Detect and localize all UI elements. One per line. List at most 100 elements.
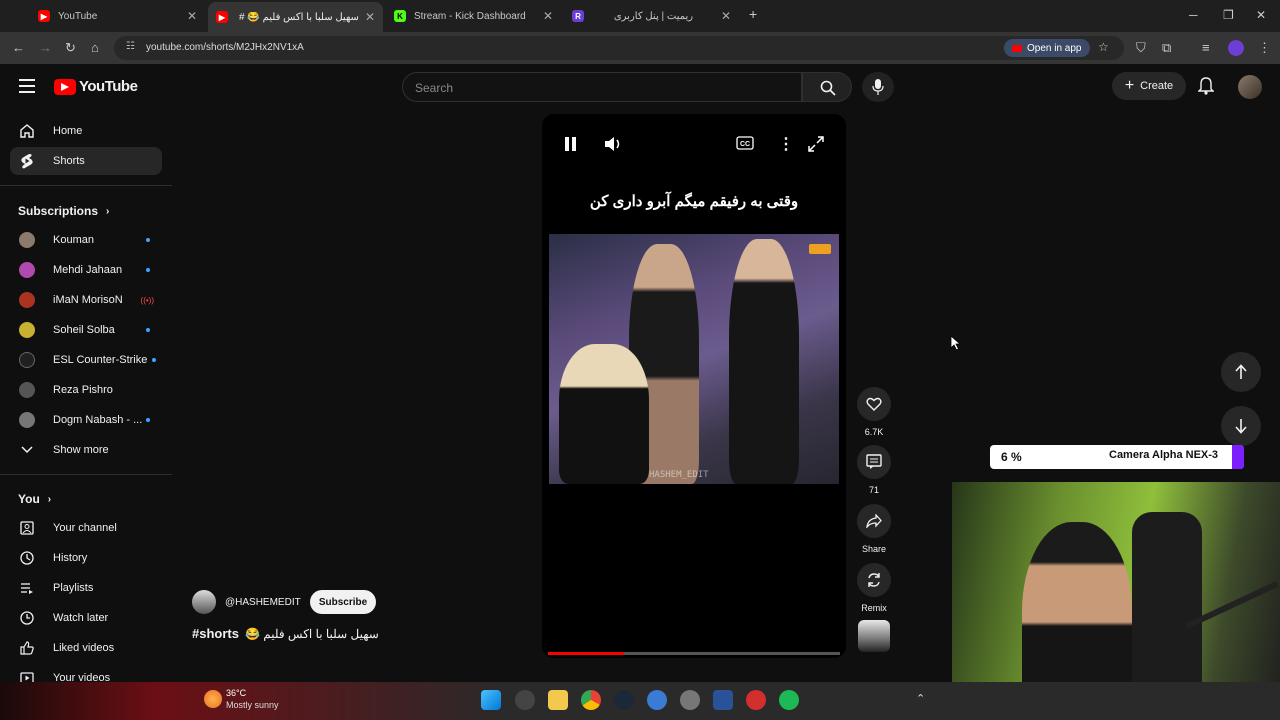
tab-title: سهیل سلبا با اکس فلیم 😂 # bbox=[239, 11, 359, 23]
new-tab-icon[interactable]: + bbox=[749, 6, 757, 22]
weather-sun-icon[interactable] bbox=[204, 690, 222, 708]
sidebar-item-subscription[interactable]: Soheil Solba bbox=[10, 316, 162, 344]
account-avatar[interactable] bbox=[1238, 75, 1262, 99]
previous-short-button[interactable] bbox=[1221, 352, 1261, 392]
chrome-icon[interactable] bbox=[581, 690, 601, 710]
video-frame[interactable]: HASHEM_EDIT bbox=[549, 234, 839, 484]
site-info-icon[interactable]: ☷ bbox=[126, 41, 135, 52]
video-progress-bar[interactable] bbox=[548, 652, 840, 655]
sidebar-item-watch-later[interactable]: Watch later bbox=[10, 604, 162, 632]
share-button[interactable]: Share bbox=[857, 504, 891, 554]
youtube-favicon-icon: ▶ bbox=[216, 11, 228, 23]
maximize-icon[interactable]: ❐ bbox=[1223, 8, 1234, 22]
media-control-icon[interactable]: ≡ bbox=[1202, 40, 1210, 55]
open-in-app-button[interactable]: Open in app bbox=[1004, 39, 1090, 57]
address-bar[interactable]: ☷ youtube.com/shorts/M2JHx2NV1xA Open in… bbox=[114, 36, 1124, 60]
profile-avatar[interactable] bbox=[1228, 40, 1244, 56]
tab-kick-dashboard[interactable]: K Stream - Kick Dashboard ✕ bbox=[386, 4, 561, 28]
sidebar-item-history[interactable]: History bbox=[10, 544, 162, 572]
sidebar-item-label: Shorts bbox=[53, 155, 85, 167]
subscriptions-heading-label: Subscriptions bbox=[18, 204, 99, 218]
closed-captions-icon[interactable]: CC bbox=[736, 136, 754, 155]
weather-temperature[interactable]: 36°C bbox=[226, 688, 246, 698]
minimize-icon[interactable]: ─ bbox=[1189, 8, 1198, 22]
app-icon[interactable] bbox=[680, 690, 700, 710]
more-options-icon[interactable]: ⋮ bbox=[778, 134, 794, 154]
show-more-button[interactable]: Show more bbox=[10, 436, 162, 464]
spotify-icon[interactable] bbox=[779, 690, 799, 710]
comments-button[interactable]: 71 bbox=[857, 445, 891, 495]
show-more-label: Show more bbox=[53, 444, 109, 456]
close-tab-icon[interactable]: ✕ bbox=[365, 10, 375, 24]
next-short-button[interactable] bbox=[1221, 406, 1261, 446]
create-button[interactable]: + Create bbox=[1112, 72, 1186, 100]
close-tab-icon[interactable]: ✕ bbox=[721, 9, 731, 23]
remix-label: Remix bbox=[861, 603, 887, 613]
steam-icon[interactable] bbox=[614, 690, 634, 710]
extensions-icon[interactable]: ⧉ bbox=[1162, 40, 1171, 56]
channel-avatar[interactable] bbox=[192, 590, 216, 614]
subscribe-button[interactable]: Subscribe bbox=[310, 590, 376, 614]
search-icon bbox=[820, 80, 836, 96]
app-icon[interactable] bbox=[713, 690, 733, 710]
tab-youtube[interactable]: ▶ YouTube ✕ bbox=[30, 4, 205, 28]
close-tab-icon[interactable]: ✕ bbox=[187, 9, 197, 23]
sidebar-item-liked-videos[interactable]: Liked videos bbox=[10, 634, 162, 662]
chevron-right-icon: › bbox=[47, 493, 52, 505]
like-button[interactable]: 6.7K bbox=[857, 387, 891, 437]
sound-thumbnail-avatar[interactable] bbox=[858, 620, 890, 652]
sidebar-item-playlists[interactable]: Playlists bbox=[10, 574, 162, 602]
pause-icon[interactable] bbox=[564, 136, 578, 157]
volume-icon[interactable] bbox=[604, 135, 624, 158]
file-explorer-icon[interactable] bbox=[548, 690, 568, 710]
guide-menu-icon[interactable] bbox=[19, 79, 35, 98]
browser-menu-icon[interactable]: ⋮ bbox=[1258, 40, 1271, 56]
sidebar-item-subscription[interactable]: Reza Pishro bbox=[10, 376, 162, 404]
tab-remit-panel[interactable]: R ریمیت | پنل کاربری ✕ bbox=[564, 4, 739, 28]
channel-avatar bbox=[19, 262, 35, 278]
sidebar-item-home[interactable]: Home bbox=[10, 117, 162, 145]
search-input[interactable]: Search bbox=[402, 72, 802, 102]
voice-search-button[interactable] bbox=[862, 72, 894, 102]
remix-button[interactable]: Remix bbox=[857, 563, 891, 613]
bookmark-star-icon[interactable]: ☆ bbox=[1098, 40, 1109, 54]
app-icon[interactable] bbox=[647, 690, 667, 710]
sidebar-item-your-channel[interactable]: Your channel bbox=[10, 514, 162, 542]
new-content-dot bbox=[146, 238, 150, 242]
fullscreen-icon[interactable] bbox=[808, 136, 824, 157]
windows-start-icon[interactable] bbox=[481, 690, 501, 710]
app-icon[interactable] bbox=[515, 690, 535, 710]
sidebar-item-label: Playlists bbox=[53, 582, 94, 594]
app-icon[interactable] bbox=[746, 690, 766, 710]
weather-condition[interactable]: Mostly sunny bbox=[226, 700, 279, 710]
channel-handle[interactable]: @HASHEMEDIT bbox=[225, 597, 301, 608]
sidebar-item-label: Watch later bbox=[53, 612, 109, 624]
youtube-logo[interactable]: YouTube bbox=[54, 78, 138, 95]
hashtag-link[interactable]: #shorts bbox=[192, 626, 239, 641]
tab-current-short[interactable]: ▶ سهیل سلبا با اکس فلیم 😂 # ✕ bbox=[208, 2, 383, 32]
extension-shield-icon[interactable]: ⛉ bbox=[1136, 40, 1146, 56]
close-window-icon[interactable]: ✕ bbox=[1256, 8, 1266, 22]
close-tab-icon[interactable]: ✕ bbox=[543, 9, 553, 23]
svg-text:CC: CC bbox=[740, 141, 750, 148]
stream-goal-percent: 6 % bbox=[1001, 450, 1022, 464]
sidebar-item-subscription[interactable]: Mehdi Jahaan bbox=[10, 256, 162, 284]
reload-icon[interactable]: ↻ bbox=[65, 40, 76, 56]
sidebar-item-subscription[interactable]: iMaN MorisoN ((•)) bbox=[10, 286, 162, 314]
channel-avatar bbox=[19, 412, 35, 428]
sidebar-divider bbox=[0, 185, 172, 186]
tray-overflow-chevron-icon[interactable]: ⌃ bbox=[916, 692, 925, 705]
channel-avatar bbox=[19, 322, 35, 338]
shorts-player[interactable]: CC ⋮ وقتی به رفیقم میگم آبرو داری کن HAS… bbox=[542, 114, 846, 658]
home-page-icon[interactable]: ⌂ bbox=[91, 40, 99, 55]
back-icon[interactable]: ← bbox=[12, 40, 25, 55]
forward-icon[interactable]: → bbox=[39, 40, 52, 55]
sidebar-item-subscription[interactable]: ESL Counter-Strike bbox=[10, 346, 162, 374]
subscriptions-heading[interactable]: Subscriptions › bbox=[18, 204, 109, 218]
sidebar-item-subscription[interactable]: Dogm Nabash - ... bbox=[10, 406, 162, 434]
you-heading[interactable]: You › bbox=[18, 492, 51, 506]
sidebar-item-shorts[interactable]: Shorts bbox=[10, 147, 162, 175]
sidebar-item-subscription[interactable]: Kouman bbox=[10, 226, 162, 254]
notifications-bell-icon[interactable] bbox=[1197, 77, 1215, 100]
search-button[interactable] bbox=[802, 72, 852, 102]
